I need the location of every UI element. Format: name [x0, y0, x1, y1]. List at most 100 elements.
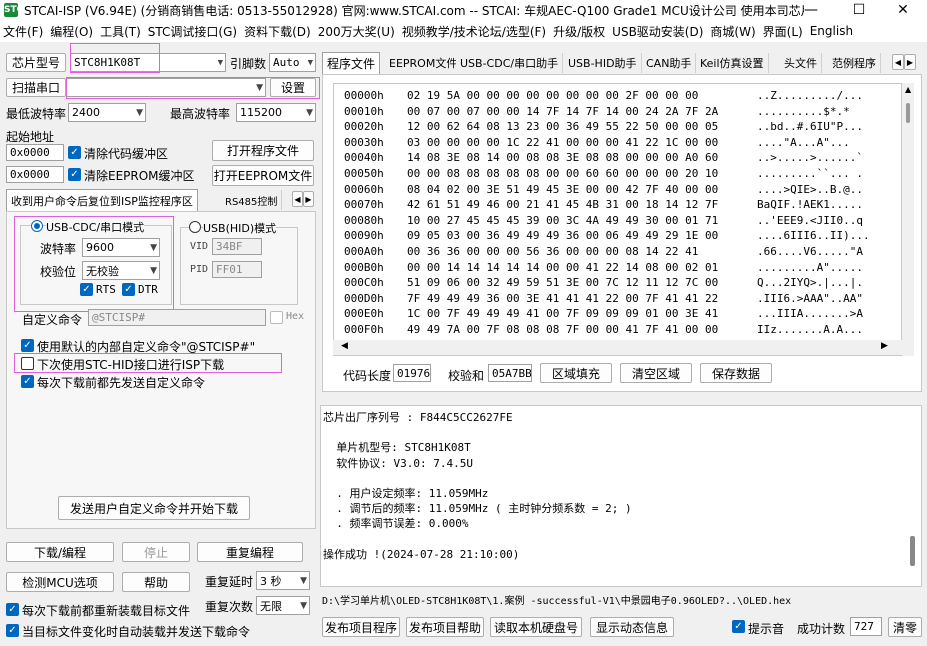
- tab-scroll-left-icon[interactable]: ◀: [292, 191, 303, 207]
- code-start-address-input[interactable]: 0x0000: [6, 144, 64, 161]
- clear-count-button[interactable]: 清零: [888, 617, 922, 637]
- tab-can-assistant[interactable]: CAN助手: [642, 53, 697, 73]
- clear-code-buffer-checkbox[interactable]: ✓: [68, 146, 81, 159]
- hex-bytes[interactable]: 51 09 06 00 32 49 59 51 3E 00 7C 12 11 1…: [407, 276, 718, 289]
- min-baud-select[interactable]: 2400 ▼: [68, 103, 146, 122]
- dtr-checkbox[interactable]: ✓: [122, 283, 135, 296]
- open-program-file-button[interactable]: 打开程序文件: [212, 140, 314, 161]
- save-data-button[interactable]: 保存数据: [700, 363, 772, 383]
- hex-horizontal-scrollbar[interactable]: ◀ ▶: [333, 340, 902, 355]
- repeat-count-select[interactable]: 无限 ▼: [256, 596, 310, 615]
- download-program-button[interactable]: 下载/编程: [6, 542, 114, 562]
- hex-ascii[interactable]: IIz.......A.A...: [757, 323, 863, 336]
- tab-scroll-left-icon[interactable]: ◀: [892, 54, 904, 70]
- fill-region-button[interactable]: 区域填充: [540, 363, 612, 383]
- hex-bytes[interactable]: 00 36 36 00 00 00 56 36 00 00 00 08 14 2…: [407, 245, 698, 258]
- menu-interface[interactable]: 界面(L): [760, 23, 807, 40]
- beep-checkbox[interactable]: ✓: [732, 620, 745, 633]
- tab-rs485[interactable]: RS485控制: [221, 190, 283, 210]
- menu-store[interactable]: 商城(W): [707, 23, 759, 40]
- hex-ascii[interactable]: BaQIF.!AEK1.....: [757, 198, 863, 211]
- open-eeprom-file-button[interactable]: 打开EEPROM文件: [212, 165, 314, 186]
- clear-region-button[interactable]: 清空区域: [620, 363, 692, 383]
- hex-ascii[interactable]: ....>QIE>..B.@..: [757, 183, 863, 196]
- tab-keil-settings[interactable]: Keil仿真设置: [696, 53, 769, 73]
- hex-ascii[interactable]: ..'EEE9.<JII0..q: [757, 214, 863, 227]
- help-button[interactable]: 帮助: [122, 572, 190, 592]
- hex-bytes[interactable]: 00 07 00 07 00 00 14 7F 14 7F 14 00 24 2…: [407, 105, 718, 118]
- close-button[interactable]: ✕: [880, 0, 926, 20]
- usb-cdc-mode-radio[interactable]: [31, 220, 43, 232]
- usb-hid-mode-radio[interactable]: [189, 221, 201, 233]
- hex-bytes[interactable]: 00 00 08 08 08 08 08 00 00 60 60 00 00 0…: [407, 167, 718, 180]
- use-default-command-checkbox[interactable]: ✓: [21, 339, 34, 352]
- hex-bytes[interactable]: 1C 00 7F 49 49 49 41 00 7F 09 09 09 01 0…: [407, 307, 718, 320]
- hex-bytes[interactable]: 7F 49 49 49 36 00 3E 41 41 41 22 00 7F 4…: [407, 292, 718, 305]
- menu-debug[interactable]: STC调试接口(G): [145, 23, 241, 40]
- publish-program-button[interactable]: 发布项目程序: [322, 617, 400, 637]
- auto-reload-checkbox[interactable]: ✓: [6, 624, 19, 637]
- tab-example-programs[interactable]: 范例程序: [828, 53, 881, 73]
- hex-ascii[interactable]: Q...2IYQ>.|...|.: [757, 276, 863, 289]
- scroll-left-icon[interactable]: ◀: [341, 341, 348, 351]
- menu-upgrade[interactable]: 升级/版权: [550, 23, 609, 40]
- output-log[interactable]: 芯片出厂序列号 : F844C5CC2627FE 单片机型号: STC8H1K0…: [320, 405, 922, 587]
- port-select[interactable]: ▼: [66, 78, 266, 97]
- hex-ascii[interactable]: ..........$*.*: [757, 105, 850, 118]
- hex-ascii[interactable]: .........``... .: [757, 167, 863, 180]
- read-disk-serial-button[interactable]: 读取本机硬盘号: [490, 617, 582, 637]
- eeprom-start-address-input[interactable]: 0x0000: [6, 166, 64, 183]
- hex-ascii[interactable]: ....6III6..II)...: [757, 229, 870, 242]
- hex-ascii[interactable]: .66....V6....."A: [757, 245, 863, 258]
- scroll-right-icon[interactable]: ▶: [881, 341, 888, 351]
- settings-button[interactable]: 设置: [270, 78, 316, 97]
- tab-reset-to-isp[interactable]: 收到用户命令后复位到ISP监控程序区: [6, 189, 198, 211]
- menu-download-docs[interactable]: 资料下载(D): [241, 23, 315, 40]
- send-before-download-checkbox[interactable]: ✓: [21, 375, 34, 388]
- tab-scroll-right-icon[interactable]: ▶: [303, 191, 314, 207]
- tab-header-files[interactable]: 头文件: [780, 53, 822, 73]
- stop-button[interactable]: 停止: [122, 542, 190, 562]
- hex-ascii[interactable]: ..bd..#.6IU"P...: [757, 120, 863, 133]
- detect-mcu-button[interactable]: 检测MCU选项: [6, 572, 114, 592]
- next-use-hid-checkbox[interactable]: [21, 357, 34, 370]
- scroll-up-icon[interactable]: ▲: [905, 85, 911, 94]
- reload-each-time-checkbox[interactable]: ✓: [6, 603, 19, 616]
- hex-bytes[interactable]: 49 49 7A 00 7F 08 08 08 7F 00 00 41 7F 4…: [407, 323, 718, 336]
- menu-file[interactable]: 文件(F): [0, 23, 47, 40]
- pid-input[interactable]: FF01: [212, 261, 262, 278]
- chip-type-button[interactable]: 芯片型号: [6, 53, 66, 72]
- hex-checkbox[interactable]: [270, 311, 283, 324]
- menu-video[interactable]: 视频教学/技术论坛/选型(F): [399, 23, 550, 40]
- custom-command-input[interactable]: @STCISP#: [88, 309, 266, 326]
- pins-select[interactable]: Auto ▼: [269, 53, 316, 72]
- hex-ascii[interactable]: .........A".....: [757, 261, 863, 274]
- menu-program[interactable]: 编程(O): [47, 23, 97, 40]
- publish-help-button[interactable]: 发布项目帮助: [406, 617, 484, 637]
- hex-bytes[interactable]: 12 00 62 64 08 13 23 00 36 49 55 22 50 0…: [407, 120, 718, 133]
- menu-tools[interactable]: 工具(T): [97, 23, 145, 40]
- rts-checkbox[interactable]: ✓: [80, 283, 93, 296]
- repeat-delay-select[interactable]: 3 秒 ▼: [256, 571, 310, 590]
- hex-ascii[interactable]: ...IIIA.......>A: [757, 307, 863, 320]
- hex-ascii[interactable]: ..Z........./...: [757, 89, 863, 102]
- hex-ascii[interactable]: ..>.....>......`: [757, 151, 863, 164]
- chip-type-select[interactable]: STC8H1K08T ▼: [70, 53, 226, 72]
- tab-program-file[interactable]: 程序文件: [322, 52, 381, 74]
- vid-input[interactable]: 34BF: [212, 238, 262, 255]
- tab-scroll-right-icon[interactable]: ▶: [904, 54, 916, 70]
- tab-eeprom-file[interactable]: EEPROM文件: [385, 53, 463, 73]
- hex-bytes[interactable]: 14 08 3E 08 14 00 08 08 3E 08 08 00 00 0…: [407, 151, 718, 164]
- send-and-download-button[interactable]: 发送用户自定义命令并开始下载: [58, 496, 250, 520]
- log-scroll-thumb[interactable]: [910, 536, 915, 566]
- hex-vertical-scrollbar[interactable]: ▲: [902, 83, 914, 356]
- maximize-button[interactable]: ☐: [836, 0, 882, 20]
- parity-select[interactable]: 无校验 ▼: [82, 261, 160, 280]
- hex-bytes[interactable]: 08 04 02 00 3E 51 49 45 3E 00 00 42 7F 4…: [407, 183, 718, 196]
- minimize-button[interactable]: —: [788, 0, 834, 20]
- baud-select[interactable]: 9600 ▼: [82, 238, 160, 257]
- show-dynamic-info-button[interactable]: 显示动态信息: [590, 617, 674, 637]
- hex-bytes[interactable]: 00 00 14 14 14 14 14 00 00 41 22 14 08 0…: [407, 261, 718, 274]
- tab-usb-hid-assistant[interactable]: USB-HID助手: [564, 53, 642, 73]
- hex-ascii[interactable]: .III6.>AAA"..AA": [757, 292, 863, 305]
